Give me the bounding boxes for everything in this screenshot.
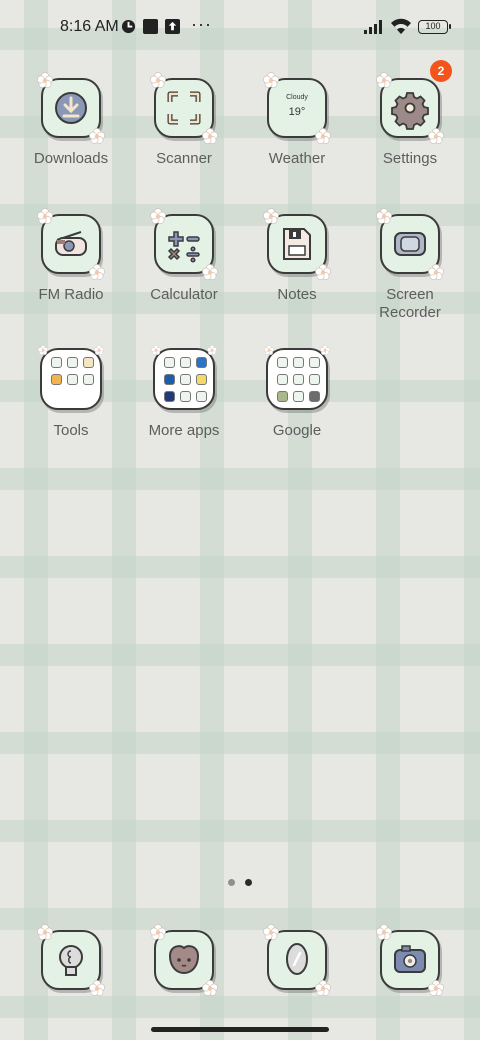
folder-icon [264,345,330,410]
folder-icon [38,345,104,410]
wifi-icon [391,18,411,34]
clock: 8:16 AM [60,18,119,35]
app-label: Screen Recorder [379,286,441,321]
app-calculator[interactable]: Calculator [128,208,240,304]
radio-icon [37,208,105,280]
app-label: Scanner [156,150,212,167]
dock-app-4[interactable] [354,924,466,996]
bear-face-icon [150,924,218,996]
mirror-icon [263,924,331,996]
folder-google[interactable]: Google [241,345,353,440]
app-fm-radio[interactable]: FM Radio [15,208,127,304]
scan-icon [150,72,218,144]
home-gesture-bar[interactable] [151,1027,329,1032]
folder-label: More apps [148,422,220,439]
status-bar: 8:16 AM ··· 100 [0,0,480,56]
upload-icon [165,19,180,34]
lightbulb-icon [37,924,105,996]
folder-icon [151,345,217,410]
folder-label: Tools [53,422,89,439]
calculator-icon [150,208,218,280]
notification-square-icon [143,19,158,34]
weather-condition: Cloudy [286,94,308,101]
folder-more-apps[interactable]: More apps [128,345,240,440]
app-label: Downloads [33,150,109,167]
app-scanner[interactable]: Scanner [128,72,240,168]
notes-icon [263,208,331,280]
page-dot-active[interactable] [245,879,252,886]
app-label: Notes [277,286,317,303]
app-label: FM Radio [38,286,104,303]
dock-app-1[interactable] [15,924,127,996]
gear-icon [376,72,444,144]
page-dot[interactable] [228,879,235,886]
download-icon [37,72,105,144]
weather-temperature: 19° [288,106,306,118]
app-label: Weather [268,150,326,167]
notification-badge: 2 [430,60,452,82]
signal-icon [364,20,382,34]
app-notes[interactable]: Notes [241,208,353,304]
page-indicator[interactable] [228,879,258,887]
battery-indicator: 100 [418,20,451,34]
app-label: Settings [382,150,438,167]
app-screen-recorder[interactable]: Screen Recorder [354,208,466,322]
more-notifications-icon: ··· [191,14,212,34]
folder-tools[interactable]: Tools [15,345,127,440]
screen-recorder-icon [376,208,444,280]
dock-app-3[interactable] [241,924,353,996]
camera-icon [376,924,444,996]
app-settings[interactable]: Settings [354,72,466,168]
app-label: Calculator [150,286,218,303]
folder-label: Google [272,422,322,439]
app-weather[interactable]: Cloudy 19° Weather [241,72,353,168]
app-downloads[interactable]: Downloads [15,72,127,168]
weather-icon: Cloudy 19° [263,72,331,144]
dock-app-2[interactable] [128,924,240,996]
data-saver-icon [121,19,136,34]
